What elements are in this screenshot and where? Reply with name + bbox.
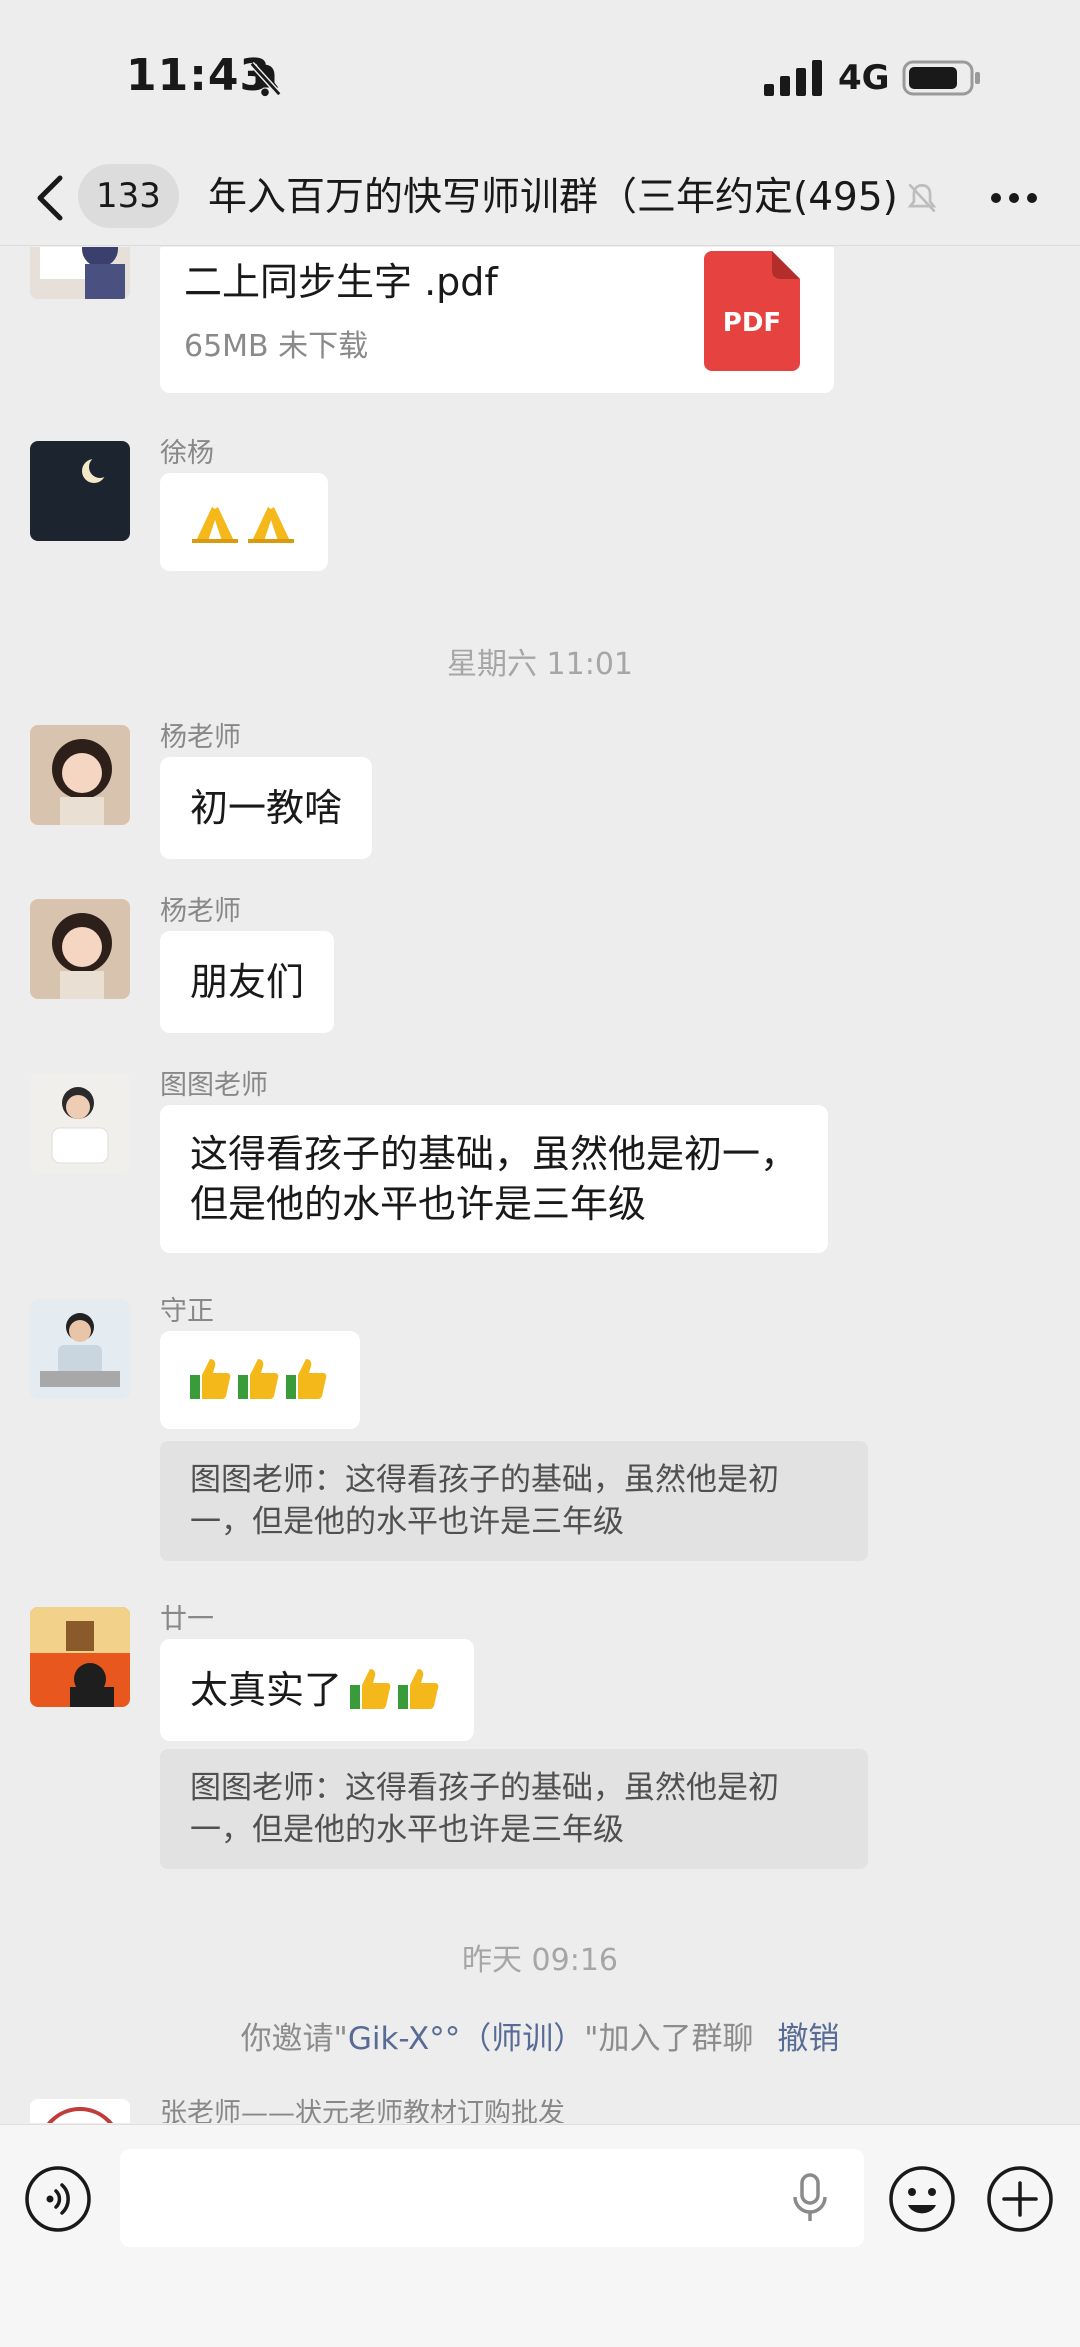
avatar[interactable] [30, 899, 130, 999]
input-bar [0, 2124, 1080, 2347]
sender-name: 守正 [160, 1296, 214, 1327]
file-meta: 65MB 未下载 [184, 329, 369, 364]
thumbs-up-emoji-icon [190, 1359, 231, 1399]
microphone-icon[interactable] [790, 2173, 830, 2223]
quote-text-line: 一，但是他的水平也许是三年级 [190, 1504, 624, 1540]
avatar-image [30, 1073, 130, 1173]
quote-text-line: 一，但是他的水平也许是三年级 [190, 1812, 624, 1848]
thumbs-up-emoji-icon [238, 1359, 279, 1399]
sender-name: 张老师——状元老师教材订购批发 [160, 2098, 565, 2123]
unread-count-badge[interactable]: 133 [78, 164, 179, 228]
avatar-image [30, 1299, 130, 1399]
quoted-message[interactable]: 图图老师：这得看孩子的基础，虽然他是初 一，但是他的水平也许是三年级 [160, 1749, 868, 1869]
message-bubble[interactable]: 太真实了 [160, 1639, 475, 1741]
group-name: 年入百万的快写师训群（三年约定 [208, 175, 794, 220]
avatar[interactable] [30, 1607, 130, 1707]
message-text-line: 这得看孩子的基础，虽然他是初一， [190, 1132, 799, 1176]
avatar[interactable] [30, 1299, 130, 1399]
status-bar: 11:43 4G [0, 0, 1080, 150]
voice-mode-icon[interactable] [24, 2165, 92, 2233]
group-title[interactable]: 年入百万的快写师训群（三年约定(495) [208, 168, 898, 228]
avatar-image [30, 441, 130, 541]
avatar-image [30, 725, 130, 825]
signal-icon [764, 60, 822, 96]
sender-name: 徐杨 [160, 438, 214, 469]
avatar[interactable] [30, 725, 130, 825]
message-bubble[interactable] [160, 1331, 360, 1429]
system-text-prefix: 你邀请" [240, 2021, 348, 2057]
sender-name: 图图老师 [160, 1070, 268, 1101]
message-bubble[interactable]: 初一教啥 [160, 757, 373, 859]
thumbs-up-emoji-icon [286, 1359, 327, 1399]
system-message: 你邀请"Gik-X°°（师训）"加入了群聊 撤销 [0, 2013, 1080, 2058]
avatar[interactable] [30, 1073, 130, 1173]
nav-bar: 133 年入百万的快写师训群（三年约定(495) [0, 150, 1080, 246]
quote-text-line: 图图老师：这得看孩子的基础，虽然他是初 [190, 1770, 779, 1806]
pdf-file-icon: PDF [704, 251, 800, 371]
quote-text-line: 图图老师：这得看孩子的基础，虽然他是初 [190, 1462, 779, 1498]
avatar-image [30, 2099, 130, 2123]
message-text: 太真实了 [190, 1668, 343, 1712]
mute-bell-icon [907, 183, 937, 213]
thumbs-up-emoji-icon [350, 1669, 391, 1709]
sender-name: 杨老师 [160, 896, 241, 927]
folded-hands-emoji-icon [248, 507, 294, 543]
time-divider: 昨天 09:16 [462, 1943, 618, 1978]
avatar[interactable] [30, 2099, 130, 2123]
member-count: (495) [793, 175, 898, 220]
message-input[interactable] [120, 2149, 864, 2247]
chat-screen: 11:43 4G 133 年入百万的快写师训群（三年约定(495) 二上同步生字… [0, 0, 1080, 2347]
time-divider: 星期六 11:01 [447, 647, 633, 682]
message-bubble[interactable]: 朋友们 [160, 931, 335, 1033]
message-text-line: 但是他的水平也许是三年级 [190, 1182, 647, 1226]
avatar[interactable] [30, 247, 130, 299]
battery-icon [902, 60, 980, 96]
revoke-invite-link[interactable]: 撤销 [777, 2021, 839, 2057]
thumbs-up-emoji-icon [398, 1669, 439, 1709]
avatar-image [30, 247, 130, 299]
message-list[interactable]: 二上同步生字 .pdf 65MB 未下载 PDF 徐杨 星期六 11:01 杨老… [0, 247, 1080, 2123]
quoted-message[interactable]: 图图老师：这得看孩子的基础，虽然他是初 一，但是他的水平也许是三年级 [160, 1441, 868, 1561]
message-bubble[interactable] [160, 473, 328, 571]
sender-name: 廿一 [160, 1604, 214, 1635]
message-bubble[interactable]: 这得看孩子的基础，虽然他是初一， 但是他的水平也许是三年级 [160, 1105, 829, 1253]
file-name: 二上同步生字 .pdf [184, 260, 498, 304]
network-label: 4G [838, 58, 890, 98]
avatar-image [30, 899, 130, 999]
more-icon[interactable] [984, 178, 1044, 218]
folded-hands-emoji-icon [192, 507, 238, 543]
file-message[interactable]: 二上同步生字 .pdf 65MB 未下载 PDF [160, 247, 834, 393]
plus-icon[interactable] [986, 2165, 1054, 2233]
invited-user-link[interactable]: Gik-X°°（师训） [348, 2021, 584, 2057]
avatar-image [30, 1607, 130, 1707]
emoji-icon[interactable] [888, 2165, 956, 2233]
pdf-icon-label: PDF [723, 308, 781, 338]
sender-name: 杨老师 [160, 722, 241, 753]
avatar[interactable] [30, 441, 130, 541]
bell-off-icon [249, 61, 282, 97]
system-text-suffix: "加入了群聊 [584, 2021, 754, 2057]
back-icon[interactable] [30, 168, 70, 228]
